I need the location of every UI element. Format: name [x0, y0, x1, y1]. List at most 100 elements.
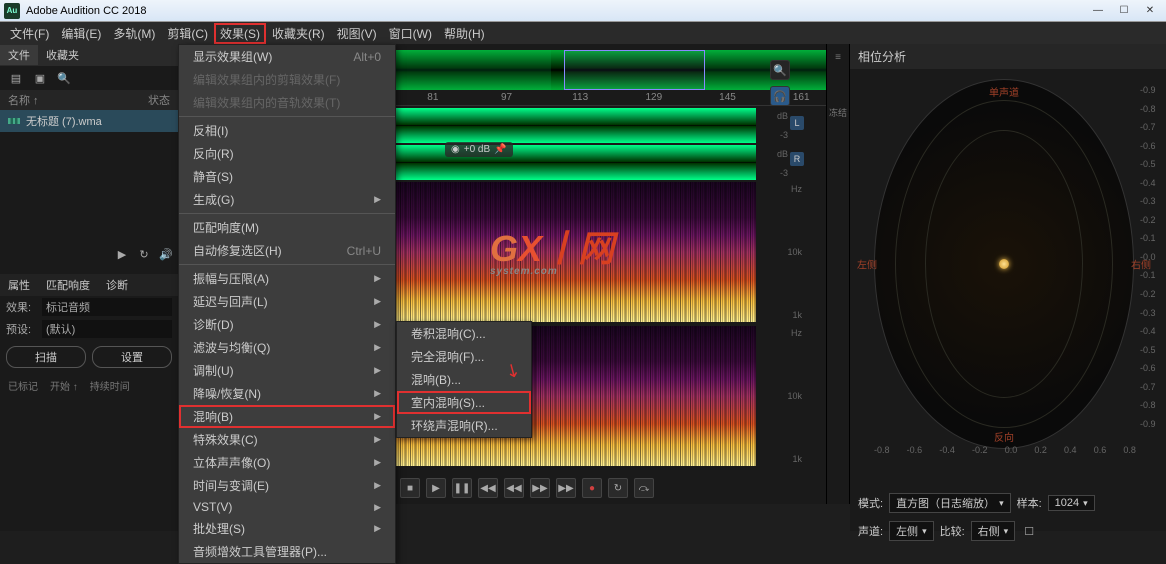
headphone-icon[interactable]: 🎧 — [770, 86, 790, 106]
menu-favorites[interactable]: 收藏夹(R) — [266, 23, 331, 44]
channel-select[interactable]: 左侧 — [889, 521, 934, 541]
mini-play-icon[interactable]: ▶ — [114, 246, 130, 262]
col-name[interactable]: 名称 ↑ — [8, 92, 39, 108]
channel-badge-left[interactable]: L — [790, 116, 804, 130]
effect-select[interactable]: 标记音频 — [42, 298, 172, 316]
link-icon[interactable]: ☐ — [1021, 523, 1037, 539]
tab-diagnostics[interactable]: 诊断 — [98, 274, 136, 296]
scan-button[interactable]: 扫描 — [6, 346, 86, 368]
open-file-icon[interactable]: ▤ — [8, 70, 24, 86]
forward-button[interactable]: ▶▶ — [530, 478, 550, 498]
samples-select[interactable]: 1024 — [1048, 495, 1095, 511]
menu-item[interactable]: 立体声声像(O)▶ — [179, 451, 395, 474]
channel-badge-right[interactable]: R — [790, 152, 804, 166]
tab-files[interactable]: 文件 — [0, 45, 38, 65]
menu-item[interactable]: 振幅与压限(A)▶ — [179, 267, 395, 290]
submenu-item[interactable]: 卷积混响(C)... — [397, 322, 531, 345]
submenu-item[interactable]: 室内混响(S)... — [397, 391, 531, 414]
close-button[interactable]: ✕ — [1138, 3, 1162, 19]
phase-dot — [999, 259, 1009, 269]
mode-label: 模式: — [858, 495, 883, 511]
menu-item[interactable]: 混响(B)▶ — [179, 405, 395, 428]
tab-loudness[interactable]: 匹配响度 — [38, 274, 98, 296]
mini-loop-icon[interactable]: ↻ — [136, 246, 152, 262]
tab-properties[interactable]: 属性 — [0, 274, 38, 296]
menu-item[interactable]: 滤波与均衡(Q)▶ — [179, 336, 395, 359]
ruler-tick: 129 — [617, 92, 691, 103]
waveform-icon — [8, 116, 20, 126]
divider-column: ≡ 冻结 — [826, 44, 850, 504]
menu-file[interactable]: 文件(F) — [4, 23, 55, 44]
menu-item[interactable]: 反向(R) — [179, 142, 395, 165]
mode-select[interactable]: 直方图（日志缩放） — [889, 493, 1011, 513]
loop-button[interactable]: ↻ — [608, 478, 628, 498]
phase-title: 相位分析 — [850, 44, 1166, 69]
menu-item[interactable]: 调制(U)▶ — [179, 359, 395, 382]
watermark: GX丨网 system.com — [490, 220, 614, 277]
compare-select[interactable]: 右侧 — [971, 521, 1016, 541]
compare-label: 比较: — [940, 523, 965, 539]
menu-item[interactable]: 特殊效果(C)▶ — [179, 428, 395, 451]
menu-item[interactable]: VST(V)▶ — [179, 497, 395, 517]
preset-select[interactable]: (默认) — [42, 320, 172, 338]
menu-item[interactable]: 生成(G)▶ — [179, 188, 395, 211]
col-status[interactable]: 状态 — [148, 92, 170, 108]
mini-vol-icon[interactable]: 🔊 — [158, 246, 174, 262]
left-panel: 文件 收藏夹 ▤ ▣ 🔍 名称 ↑ 状态 无标题 (7).wma ▶ ↻ 🔊 属… — [0, 44, 178, 531]
play-button[interactable]: ▶ — [426, 478, 446, 498]
prev-button[interactable]: ◀◀ — [478, 478, 498, 498]
start-col[interactable]: 开始 ↑ — [50, 378, 78, 393]
submenu-item[interactable]: 环绕声混响(R)... — [397, 414, 531, 437]
menu-help[interactable]: 帮助(H) — [438, 23, 491, 44]
menu-clip[interactable]: 剪辑(C) — [161, 23, 214, 44]
menu-item[interactable]: 诊断(D)▶ — [179, 313, 395, 336]
tab-favorites[interactable]: 收藏夹 — [38, 45, 87, 65]
app-title: Adobe Audition CC 2018 — [26, 5, 146, 17]
phase-scale-right: -0.9-0.8-0.7-0.6-0.5-0.4-0.3-0.2-0.1-0.0… — [1140, 85, 1164, 429]
overview-selection[interactable] — [564, 50, 705, 90]
menu-item[interactable]: 反相(I) — [179, 119, 395, 142]
phase-label-inverse: 反向 — [994, 429, 1014, 444]
channel-label: 声道: — [858, 523, 883, 539]
maximize-button[interactable]: ☐ — [1112, 3, 1136, 19]
menu-item[interactable]: 时间与变调(E)▶ — [179, 474, 395, 497]
menu-multitrack[interactable]: 多轨(M) — [107, 23, 161, 44]
menu-effects[interactable]: 效果(S) — [214, 23, 266, 44]
effects-menu-dropdown: 显示效果组(W)Alt+0编辑效果组内的剪辑效果(F)编辑效果组内的音轨效果(T… — [178, 44, 396, 564]
new-file-icon[interactable]: ▣ — [32, 70, 48, 86]
menu-edit[interactable]: 编辑(E) — [55, 23, 107, 44]
duration-col[interactable]: 持续时间 — [90, 378, 130, 393]
next-button[interactable]: ▶▶ — [556, 478, 576, 498]
hud-pin-icon[interactable]: 📌 — [494, 144, 506, 155]
menu-window[interactable]: 窗口(W) — [383, 23, 438, 44]
menu-item[interactable]: 音频增效工具管理器(P)... — [179, 540, 395, 563]
skip-button[interactable]: ⤼ — [634, 478, 654, 498]
window-titlebar: Au Adobe Audition CC 2018 — ☐ ✕ — [0, 0, 1166, 22]
freeze-badge[interactable]: 冻结 — [829, 106, 847, 119]
settings-button[interactable]: 设置 — [92, 346, 172, 368]
menu-item[interactable]: 批处理(S)▶ — [179, 517, 395, 540]
menu-item[interactable]: 降噪/恢复(N)▶ — [179, 382, 395, 405]
record-button[interactable]: ● — [582, 478, 602, 498]
phase-scope[interactable]: 单声道 反向 左侧 右侧 — [874, 79, 1134, 449]
ruler-tick: 145 — [691, 92, 765, 103]
waveform-left[interactable] — [396, 108, 756, 143]
menu-item[interactable]: 静音(S) — [179, 165, 395, 188]
menu-item[interactable]: 自动修复选区(H)Ctrl+U — [179, 239, 395, 262]
pause-button[interactable]: ❚❚ — [452, 478, 472, 498]
menu-item: 编辑效果组内的剪辑效果(F) — [179, 68, 395, 91]
menu-item: 编辑效果组内的音轨效果(T) — [179, 91, 395, 114]
menu-item[interactable]: 匹配响度(M) — [179, 216, 395, 239]
minimize-button[interactable]: — — [1086, 3, 1110, 19]
search-icon[interactable]: 🔍 — [56, 70, 72, 86]
panel-menu-icon[interactable]: ≡ — [829, 48, 847, 66]
menu-item[interactable]: 延迟与回声(L)▶ — [179, 290, 395, 313]
hud-icon: ◉ — [451, 144, 460, 155]
menu-view[interactable]: 视图(V) — [331, 23, 383, 44]
stop-button[interactable]: ■ — [400, 478, 420, 498]
rewind-button[interactable]: ◀◀ — [504, 478, 524, 498]
gain-hud[interactable]: ◉ +0 dB 📌 — [445, 142, 513, 157]
file-row[interactable]: 无标题 (7).wma — [0, 110, 178, 132]
menu-item[interactable]: 显示效果组(W)Alt+0 — [179, 45, 395, 68]
zoom-tool-icon[interactable]: 🔍 — [770, 60, 790, 80]
